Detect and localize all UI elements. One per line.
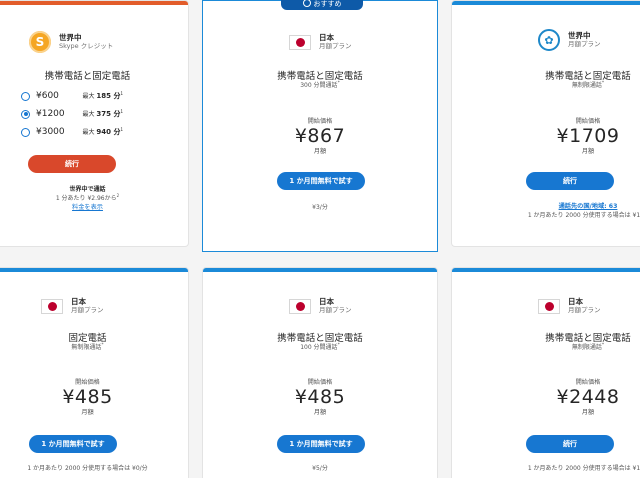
card-header: 日本 月額プラン: [289, 297, 352, 315]
card-top-bar: [452, 268, 640, 272]
price: ¥867: [294, 125, 346, 147]
card-top-bar: [452, 1, 640, 5]
destinations-link[interactable]: 通話先の国/地域: 63: [508, 201, 640, 210]
start-price-label: 開始価格: [75, 379, 100, 386]
card-top-bar: [0, 268, 188, 272]
credit-amount: ¥600: [36, 91, 59, 101]
credit-max-minutes: 最大 375 分1: [82, 109, 123, 118]
card-title: 携帯電話と固定電話: [44, 71, 131, 82]
price-period: 月額: [581, 409, 595, 416]
globe-icon: ✿: [538, 29, 560, 51]
card-header: S 世界中 Skype クレジット: [29, 31, 113, 53]
price: ¥485: [62, 386, 113, 408]
price-period: 月額: [313, 148, 327, 155]
card-plan-type: 月額プラン: [319, 42, 352, 50]
plan-card-japan-landline: 日本 月額プラン 固定電話 無制限通話* 開始価格 ¥485 月額 1 か月間無…: [0, 267, 189, 478]
start-price-label: 開始価格: [575, 118, 601, 125]
plan-card-japan-unlimited: 日本 月額プラン 携帯電話と固定電話 無制限通話* 開始価格 ¥2448 月額 …: [451, 267, 640, 478]
credit-max-minutes: 最大 185 分1: [82, 91, 123, 100]
credit-max-minutes: 最大 940 分1: [82, 127, 123, 136]
card-region: 世界中: [568, 31, 591, 40]
continue-button[interactable]: 続行: [28, 155, 116, 173]
japan-flag-icon: [289, 298, 311, 314]
credit-amount: ¥3000: [36, 127, 65, 137]
price: ¥2448: [556, 386, 620, 408]
japan-flag-icon: [538, 298, 560, 314]
skype-credit-icon: S: [29, 31, 51, 53]
card-country: 日本: [319, 33, 334, 42]
japan-flag-icon: [289, 34, 311, 50]
card-header: ✿ 世界中 月額プラン: [538, 29, 601, 51]
card-plan-type: 月額プラン: [319, 306, 352, 314]
per-minute-rate: ¥5/分: [312, 465, 328, 472]
card-country: 日本: [71, 297, 86, 306]
price: ¥1709: [556, 125, 620, 147]
recommended-badge: おすすめ: [281, 0, 363, 10]
credit-option-1200[interactable]: ¥1200 最大 375 分1: [21, 107, 123, 121]
free-trial-button[interactable]: 1 か月間無料で試す: [277, 172, 365, 190]
start-price-label: 開始価格: [575, 379, 601, 386]
card-subtitle: 無制限通話*: [571, 343, 605, 351]
card-top-bar: [203, 268, 437, 272]
credit-option-3000[interactable]: ¥3000 最大 940 分1: [21, 125, 123, 139]
card-foot-title: 世界中で通話: [69, 186, 106, 193]
price-period: 月額: [313, 409, 327, 416]
per-minute-rate: 1 か月あたり 2000 分使用する場合は ¥1/分: [527, 465, 640, 472]
free-trial-button[interactable]: 1 か月間無料で試す: [277, 435, 365, 453]
card-plan-type: 月額プラン: [71, 306, 104, 314]
radio-button-selected[interactable]: [21, 109, 30, 119]
per-minute-rate: 1 か月あたり 2000 分使用する場合は ¥0/分: [27, 465, 148, 472]
card-country: 日本: [319, 297, 334, 306]
start-price-label: 開始価格: [307, 379, 333, 386]
credit-amount: ¥1200: [36, 109, 65, 119]
card-plan-type: 月額プラン: [568, 306, 601, 314]
card-header: 日本 月額プラン: [538, 297, 601, 315]
card-country: 日本: [568, 297, 583, 306]
view-rates-link[interactable]: 料金を表示: [0, 202, 188, 211]
plan-card-japan-300: おすすめ 日本 月額プラン 携帯電話と固定電話 300 分間通話* 開始価格 ¥…: [202, 0, 438, 252]
price-period: 月額: [581, 148, 595, 155]
card-header: 日本 月額プラン: [289, 33, 352, 51]
card-top-bar: [0, 1, 188, 5]
price-period: 月額: [81, 409, 94, 416]
card-plan-type: 月額プラン: [568, 40, 601, 48]
radio-button[interactable]: [21, 91, 30, 101]
japan-flag-icon: [41, 298, 63, 314]
start-price-label: 開始価格: [307, 118, 333, 125]
continue-button[interactable]: 続行: [526, 172, 614, 190]
badge-icon: [302, 0, 311, 7]
card-foot-rate: 1 分あたり ¥2.96から2: [55, 193, 120, 202]
card-subtitle: 300 分間通話*: [300, 81, 340, 89]
card-subtitle: 無制限通話*: [571, 81, 605, 89]
per-minute-rate: ¥3/分: [312, 204, 328, 211]
per-minute-rate: 1 か月あたり 2000 分使用する場合は ¥1/分: [527, 212, 640, 219]
credit-option-600[interactable]: ¥600 最大 185 分1: [21, 89, 123, 103]
plan-card-skype-credit: S 世界中 Skype クレジット 携帯電話と固定電話 ¥600 最大 185 …: [0, 0, 189, 247]
plan-card-japan-100: 日本 月額プラン 携帯電話と固定電話 100 分間通話* 開始価格 ¥485 月…: [202, 267, 438, 478]
radio-button[interactable]: [21, 127, 30, 137]
continue-button[interactable]: 続行: [526, 435, 614, 453]
price: ¥485: [294, 386, 346, 408]
card-header: 日本 月額プラン: [41, 297, 104, 315]
card-plan-type: Skype クレジット: [59, 42, 114, 50]
plan-card-world-unlimited: ✿ 世界中 月額プラン 携帯電話と固定電話 無制限通話* 開始価格 ¥1709 …: [451, 0, 640, 247]
free-trial-button[interactable]: 1 か月間無料で試す: [29, 435, 117, 453]
card-subtitle: 100 分間通話*: [300, 343, 340, 351]
card-region: 世界中: [59, 33, 82, 42]
card-subtitle: 無制限通話*: [71, 343, 104, 351]
